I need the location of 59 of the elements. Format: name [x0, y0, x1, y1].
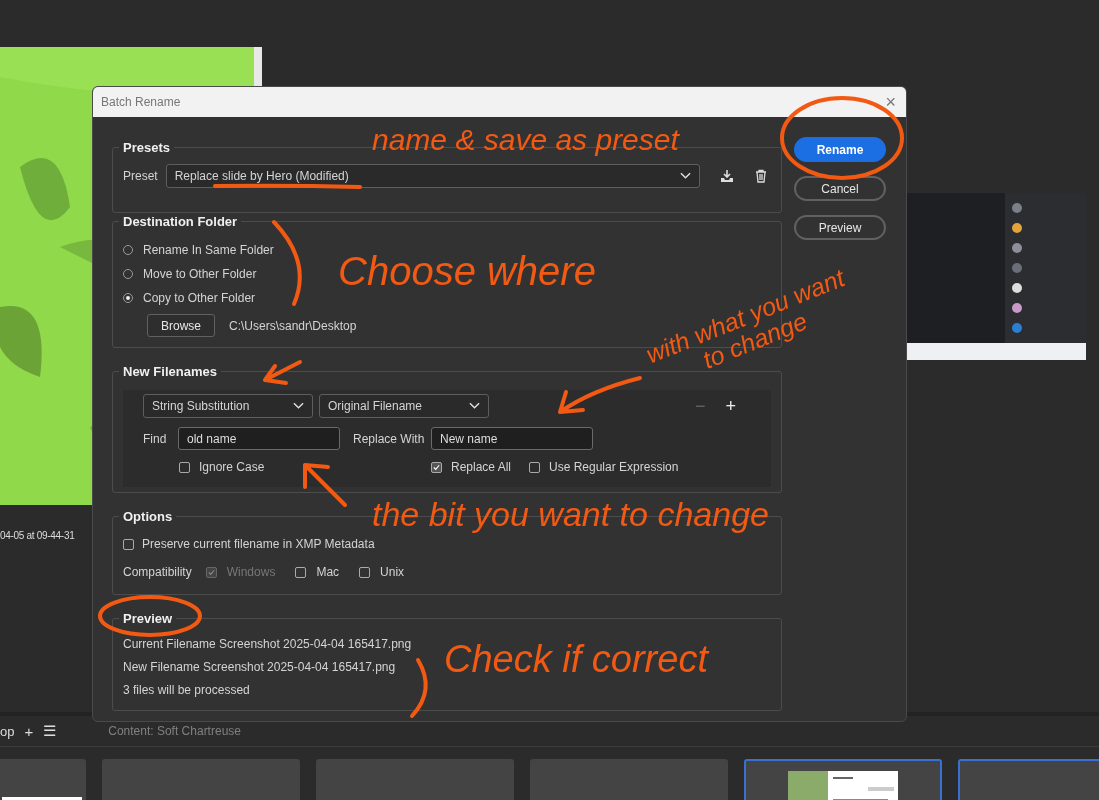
trash-icon[interactable]: [753, 169, 768, 183]
section-heading: Preview: [122, 611, 174, 626]
checkbox[interactable]: [359, 566, 371, 578]
checkbox-label: Mac: [316, 565, 340, 579]
checkbox-label: Unix: [380, 565, 405, 579]
checkbox-label: Replace All: [451, 460, 512, 474]
add-tab-button[interactable]: +: [24, 722, 34, 740]
checkbox[interactable]: [179, 461, 190, 473]
dialog-button[interactable]: Cancel: [794, 176, 886, 201]
section-heading: Options: [122, 509, 174, 524]
arrow-mark: [263, 360, 302, 385]
replace-field[interactable]: New name: [431, 427, 593, 450]
radio-label: Rename In Same Folder: [143, 243, 274, 257]
caret-icon: [293, 402, 304, 410]
dialog-button[interactable]: Preview: [794, 215, 886, 240]
preview-line: Current Filename Screenshot 2025-04-04 165417.png: [123, 636, 412, 653]
preset-dropdown[interactable]: Replace slide by Hero (Modified): [165, 164, 700, 188]
content-label: Content: Soft Chartreuse: [108, 724, 241, 738]
checkbox-label: Windows: [226, 565, 276, 579]
download-icon[interactable]: [719, 169, 734, 183]
workspace-tab[interactable]: op: [0, 723, 15, 739]
checkbox[interactable]: [123, 538, 134, 550]
section-heading: Destination Folder: [122, 214, 239, 229]
radio-label: Copy to Other Folder: [143, 291, 256, 305]
replace-label: Replace With: [353, 431, 426, 446]
arrow-mark: [303, 463, 347, 507]
rule-type-dropdown[interactable]: String Substitution: [143, 394, 313, 418]
find-label: Find: [143, 431, 168, 446]
add-rule-button[interactable]: +: [725, 397, 737, 415]
section-heading: New Filenames: [122, 364, 218, 379]
caret-icon: [469, 402, 480, 410]
caret-icon: [679, 172, 691, 180]
checkbox-label: Use Regular Expression: [549, 460, 679, 474]
checkbox-label: Ignore Case: [199, 460, 265, 474]
handwritten-note: Choose where: [338, 250, 596, 292]
radio-label: Move to Other Folder: [143, 267, 257, 281]
checkbox[interactable]: [431, 461, 442, 473]
bracket-mark: [410, 658, 428, 718]
handwritten-note: the bit you want to change: [372, 497, 769, 533]
close-button[interactable]: ×: [883, 93, 898, 111]
handwritten-note: with what you want to change: [640, 262, 850, 376]
handwritten-note: name & save as preset: [372, 124, 679, 156]
folder-path: C:\Users\sandr\Desktop: [229, 318, 357, 333]
menu-button[interactable]: ☰: [43, 722, 57, 740]
checkbox-label: Preserve current filename in XMP Metadata: [142, 537, 375, 551]
preview-line: 3 files will be processed: [123, 682, 250, 699]
section-heading: Presets: [122, 140, 171, 155]
handwritten-note: Check if correct: [444, 640, 708, 680]
find-field[interactable]: old name: [178, 427, 340, 450]
checkbox[interactable]: [529, 461, 540, 473]
preset-label: Preset: [123, 169, 158, 183]
dialog-button[interactable]: Rename: [794, 137, 886, 162]
source-dropdown[interactable]: Original Filename: [319, 394, 489, 418]
compatibility-label: Compatibility: [123, 565, 192, 579]
checkbox[interactable]: [295, 566, 307, 578]
preview-line: New Filename Screenshot 2025-04-04 165417.png: [123, 659, 396, 676]
window-title: Batch Rename: [101, 95, 181, 109]
file-caption: 04-05 at 09-44-31: [0, 530, 75, 541]
browse-button[interactable]: Browse: [147, 314, 215, 337]
